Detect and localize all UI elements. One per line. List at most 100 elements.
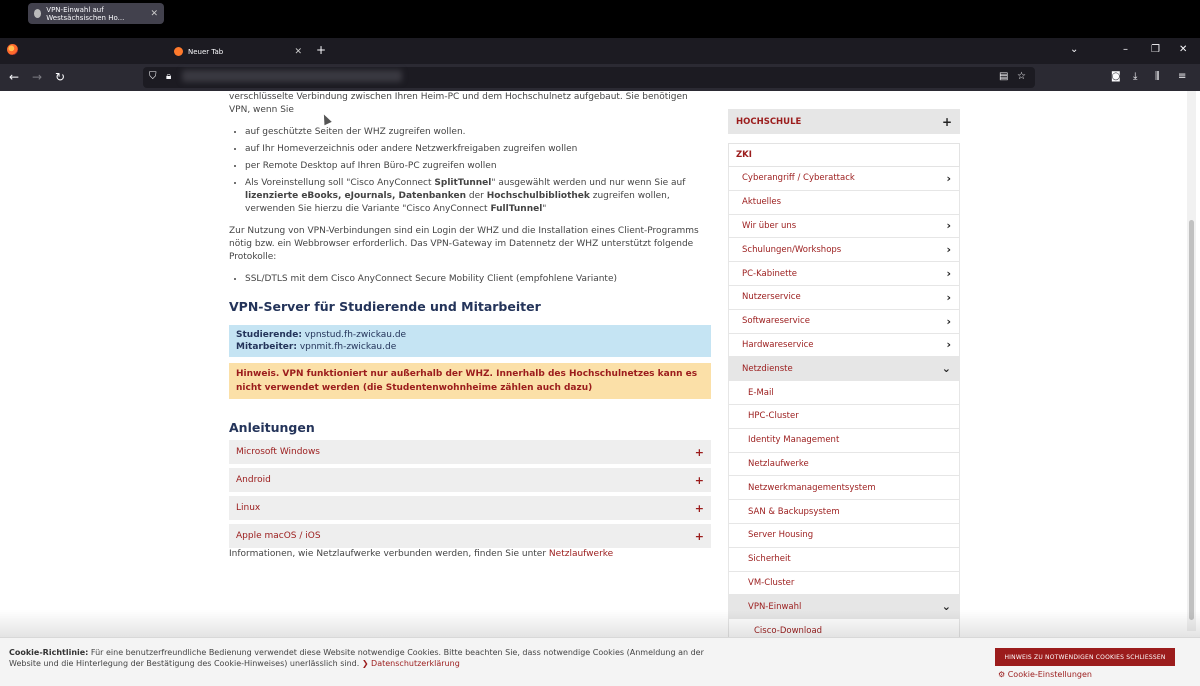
- sidebar-item[interactable]: VM-Cluster: [728, 571, 960, 596]
- sidebar-item-label: Netzwerkmanagementsystem: [748, 482, 876, 493]
- close-window-button[interactable]: ✕: [1179, 44, 1187, 56]
- cookie-settings-link[interactable]: ⚙ Cookie-Einstellungen: [998, 670, 1092, 679]
- guide-android[interactable]: Android +: [229, 468, 711, 492]
- sidebar-item[interactable]: Server Housing: [728, 523, 960, 548]
- pocket-icon[interactable]: ◙: [1111, 71, 1121, 83]
- server-label: Studierende:: [236, 330, 302, 340]
- server-host: vpnmit.fh-zwickau.de: [299, 342, 397, 352]
- sidebar-item[interactable]: PC-Kabinette ›: [728, 262, 960, 286]
- tab-close-icon[interactable]: ✕: [150, 9, 158, 19]
- sidebar-item[interactable]: Identity Management: [728, 428, 960, 453]
- server-label: Mitarbeiter:: [236, 342, 297, 352]
- sidebar-hochschule-header[interactable]: HOCHSCHULE +: [728, 109, 960, 134]
- sidebar-item[interactable]: Nutzerservice ›: [728, 285, 960, 310]
- sidebar-item[interactable]: SAN & Backupsystem: [728, 500, 960, 524]
- server-info-box: Studierende: vpnstud.fh-zwickau.de Mitar…: [229, 325, 711, 357]
- sidebar-item-label: Aktuelles: [742, 197, 782, 208]
- sidebar-item[interactable]: Netzdienste ⌄: [728, 357, 960, 382]
- new-tab-button[interactable]: +: [316, 44, 326, 56]
- cookie-shadow: [0, 610, 1200, 640]
- sidebar-item[interactable]: Sicherheit: [728, 547, 960, 572]
- site-favicon-icon: [34, 9, 42, 18]
- firefox-icon[interactable]: [7, 44, 18, 55]
- main-content: verschlüsselte Verbindung zwischen Ihren…: [229, 91, 711, 561]
- tab-vpn-einwahl[interactable]: VPN-Einwahl auf Westsächsischen Ho... ✕: [28, 3, 164, 24]
- guide-label: Apple macOS / iOS: [236, 530, 321, 541]
- download-icon[interactable]: ⤓: [1133, 71, 1137, 83]
- info-text: Informationen, wie Netzlaufwerke verbund…: [229, 548, 711, 561]
- sidebar-item-label: Sicherheit: [748, 554, 791, 565]
- text: Für eine benutzerfreundliche Bedienung v…: [9, 648, 704, 668]
- guide-label: Android: [236, 474, 271, 485]
- bookmark-star-icon[interactable]: ☆: [1017, 71, 1026, 83]
- tab-label: Neuer Tab: [188, 47, 224, 56]
- sidebar-item[interactable]: HPC-Cluster: [728, 404, 960, 429]
- chevron-right-icon: ›: [946, 243, 951, 257]
- sidebar-zki[interactable]: ZKI: [728, 143, 960, 167]
- chevron-right-icon: ›: [946, 314, 951, 328]
- maximize-button[interactable]: ❐: [1151, 44, 1160, 56]
- sidebar-item-label: PC-Kabinette: [742, 268, 798, 279]
- sidebar-item[interactable]: Netzwerkmanagementsystem: [728, 476, 960, 501]
- menu-icon[interactable]: ≡: [1178, 71, 1186, 83]
- sidebar-item[interactable]: Softwareservice ›: [728, 309, 960, 334]
- sidebar-item[interactable]: E-Mail: [728, 381, 960, 405]
- cookie-title: Cookie-Richtlinie:: [9, 648, 89, 657]
- guide-windows[interactable]: Microsoft Windows +: [229, 440, 711, 464]
- back-button[interactable]: ←: [9, 70, 19, 84]
- sidebar-head-label: HOCHSCHULE: [736, 116, 802, 127]
- list-all-tabs-icon[interactable]: ⌄: [1070, 44, 1078, 56]
- chevron-down-icon: ⌄: [941, 362, 951, 376]
- reload-button[interactable]: ↻: [55, 70, 65, 84]
- minimize-button[interactable]: –: [1123, 44, 1128, 56]
- scrollbar-thumb[interactable]: [1189, 220, 1194, 620]
- plus-icon: +: [694, 529, 704, 543]
- forward-button[interactable]: →: [32, 70, 42, 84]
- sidebar-item[interactable]: Netzlaufwerke: [728, 452, 960, 477]
- sidebar-item-label: Netzdienste: [742, 363, 793, 374]
- chevron-right-icon: ›: [946, 171, 951, 185]
- sidebar-item-label: Nutzerservice: [742, 292, 801, 303]
- warning-box: Hinweis. VPN funktioniert nur außerhalb …: [229, 363, 711, 399]
- chevron-right-icon: ›: [946, 338, 951, 352]
- server-host: vpnstud.fh-zwickau.de: [304, 330, 407, 340]
- browser-window: VPN-Einwahl auf Westsächsischen Ho... ✕ …: [0, 0, 1200, 686]
- tracking-shield-icon[interactable]: ⛉: [149, 71, 157, 83]
- sidebar-item[interactable]: Schulungen/Workshops ›: [728, 238, 960, 263]
- plus-icon: +: [694, 445, 704, 459]
- sidebar-item[interactable]: Hardwareservice ›: [728, 333, 960, 358]
- text: FullTunnel: [490, 204, 543, 214]
- sidebar-item[interactable]: Wir über uns ›: [728, 214, 960, 239]
- firefox-favicon-icon: [174, 47, 183, 56]
- usage-text: Zur Nutzung von VPN-Verbindungen sind ei…: [229, 226, 699, 262]
- chevron-right-icon: ›: [946, 219, 951, 233]
- vpn-reasons-list: auf geschützte Seiten der WHZ zugreifen …: [229, 126, 711, 216]
- text: Als Voreinstellung soll "Cisco AnyConnec…: [245, 178, 435, 188]
- guide-apple[interactable]: Apple macOS / iOS +: [229, 524, 711, 548]
- sidebar-item-label: Schulungen/Workshops: [742, 244, 842, 255]
- sidebar-item-label: Identity Management: [748, 435, 840, 446]
- tab-new-tab[interactable]: Neuer Tab ✕: [168, 41, 308, 62]
- list-item: SSL/DTLS mit dem Cisco AnyConnect Secure…: [245, 273, 711, 286]
- sidebar-item-label: VM-Cluster: [748, 577, 795, 588]
- plus-icon: +: [694, 473, 704, 487]
- list-item: auf Ihr Homeverzeichnis oder andere Netz…: [245, 143, 711, 156]
- text: SplitTunnel: [434, 178, 492, 188]
- netzlaufwerke-link[interactable]: Netzlaufwerke: [549, 549, 613, 559]
- lock-icon[interactable]: 🔒︎: [166, 71, 171, 83]
- close-cookie-notice-button[interactable]: HINWEIS ZU NOTWENDIGEN COOKIES SCHLIESSE…: [995, 648, 1175, 666]
- library-icon[interactable]: ⫼: [1155, 71, 1160, 83]
- sidebar-item-label: Server Housing: [748, 530, 814, 541]
- sidebar-item-label: SAN & Backupsystem: [748, 506, 840, 517]
- sidebar-item[interactable]: Aktuelles: [728, 190, 960, 215]
- tab-close-icon[interactable]: ✕: [294, 47, 302, 57]
- privacy-link[interactable]: ❯ Datenschutzerklärung: [362, 659, 460, 668]
- list-item: per Remote Desktop auf Ihren Büro-PC zug…: [245, 160, 711, 173]
- server-heading: VPN-Server für Studierende und Mitarbeit…: [229, 299, 541, 314]
- sidebar-item-label: Softwareservice: [742, 316, 810, 327]
- reader-view-icon[interactable]: ▤: [999, 71, 1008, 83]
- intro-text: verschlüsselte Verbindung zwischen Ihren…: [229, 92, 688, 115]
- text: der: [466, 191, 487, 201]
- guide-linux[interactable]: Linux +: [229, 496, 711, 520]
- sidebar-item[interactable]: Cyberangriff / Cyberattack ›: [728, 167, 960, 191]
